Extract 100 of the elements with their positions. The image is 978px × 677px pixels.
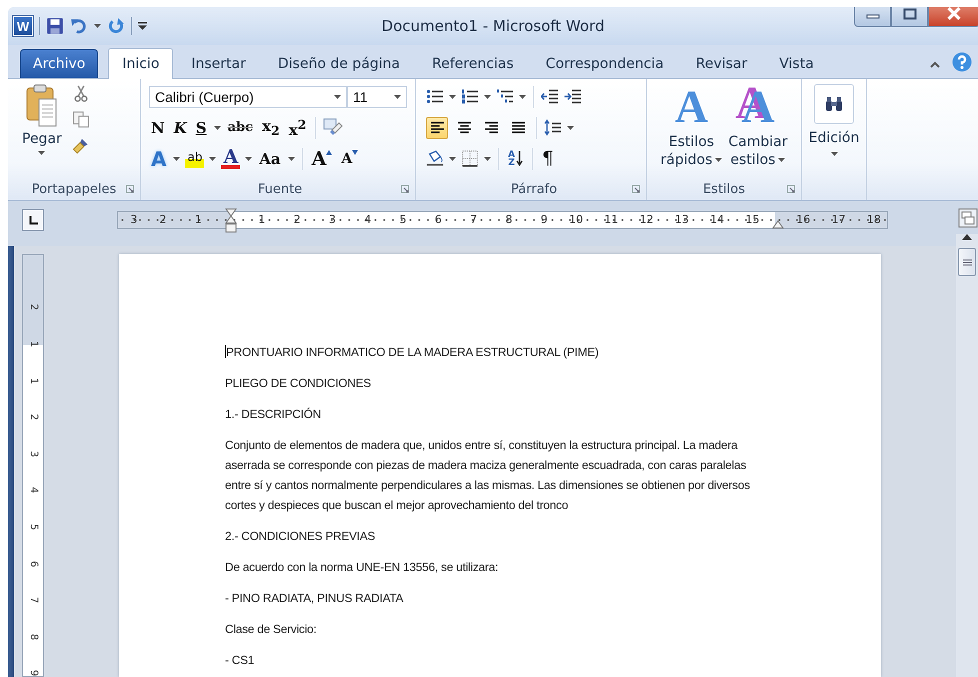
caret-icon[interactable] — [519, 94, 526, 98]
multilevel-list-icon[interactable] — [496, 88, 514, 105]
ribbon-tab[interactable]: Diseño de página — [264, 49, 414, 78]
bold-button[interactable]: N — [149, 116, 167, 138]
dialog-launcher-icon[interactable] — [787, 185, 795, 193]
group-label: Fuente — [258, 182, 302, 196]
paragraph: - PINO RADIATA, PINUS RADIATA — [225, 590, 404, 607]
decrease-indent-icon[interactable] — [541, 88, 559, 105]
collapse-ribbon-icon[interactable] — [930, 61, 940, 68]
scroll-up-icon[interactable] — [962, 234, 972, 240]
ruler-number: 6 — [28, 560, 38, 567]
ruler-number: 2 — [28, 414, 38, 420]
change-case-button[interactable]: Aa — [257, 148, 283, 170]
paragraph: - CS1 — [225, 652, 256, 669]
caret-icon — [334, 94, 341, 98]
word-logo-icon[interactable]: W — [13, 16, 33, 36]
borders-icon[interactable] — [461, 150, 479, 167]
editing-button[interactable]: Edición — [808, 84, 860, 156]
caret-icon — [715, 158, 722, 162]
quick-styles-button[interactable]: A Estilos rápidos — [660, 81, 722, 178]
show-formatting-button[interactable]: ¶ — [540, 148, 556, 170]
ribbon-tab[interactable]: Correspondencia — [532, 49, 678, 78]
dialog-launcher-icon[interactable] — [401, 185, 409, 193]
font-color-button[interactable]: A — [221, 148, 240, 168]
shading-icon[interactable] — [426, 150, 444, 167]
superscript-button[interactable]: x$^{2}$ — [286, 116, 308, 138]
line-spacing-icon[interactable] — [544, 119, 562, 136]
ribbon-tab[interactable]: Referencias — [418, 49, 528, 78]
grow-font-button[interactable]: A — [310, 148, 334, 170]
ruler-number: 4 — [28, 487, 38, 494]
ruler-number: 12 — [618, 214, 654, 226]
customize-toolbar-icon[interactable] — [138, 22, 147, 30]
font-name-field[interactable]: Calibri (Cuerpo) — [149, 86, 347, 108]
ruler-number: 17 — [810, 214, 846, 226]
file-tab[interactable]: Archivo — [20, 49, 98, 78]
bullet-list-icon[interactable] — [426, 88, 444, 105]
caret-icon[interactable] — [484, 94, 491, 98]
justify-icon — [510, 121, 526, 134]
caret-icon[interactable] — [173, 156, 180, 160]
ruler-number: 1 — [28, 377, 38, 384]
shrink-font-button[interactable]: A — [339, 148, 360, 170]
caret-icon[interactable] — [484, 156, 491, 160]
italic-button[interactable]: K — [172, 116, 189, 138]
undo-icon[interactable] — [70, 17, 88, 35]
subscript-button[interactable]: x$_{2}$ — [260, 116, 282, 138]
dialog-launcher-icon[interactable] — [632, 185, 640, 193]
ribbon-tab[interactable]: Vista — [765, 49, 828, 78]
increase-indent-icon[interactable] — [564, 88, 582, 105]
text-effects-button[interactable]: A — [149, 148, 168, 170]
caret-icon[interactable] — [449, 94, 456, 98]
ribbon-tab[interactable]: Insertar — [177, 49, 260, 78]
caret-icon — [778, 158, 786, 162]
indent-marker-icon[interactable] — [225, 208, 237, 234]
redo-icon[interactable] — [107, 17, 125, 35]
close-button[interactable] — [928, 7, 978, 27]
underline-button[interactable]: S — [194, 116, 209, 138]
caret-icon[interactable] — [214, 126, 221, 130]
caret-icon[interactable] — [209, 156, 216, 160]
tab-selector-button[interactable] — [22, 209, 44, 231]
maximize-button[interactable] — [891, 7, 928, 27]
dialog-launcher-icon[interactable] — [126, 185, 134, 193]
numbered-list-icon[interactable] — [461, 88, 479, 105]
paragraph: PRONTUARIO INFORMATICO DE LA MADERA ESTRUCTURAL (PIME) — [225, 344, 600, 361]
ruler-number: 8 — [28, 634, 38, 640]
format-painter-icon[interactable] — [72, 137, 90, 154]
caret-icon[interactable] — [288, 156, 295, 160]
caret-icon[interactable] — [245, 156, 252, 160]
ruler-view-icon[interactable] — [958, 208, 978, 228]
ruler-number: 6 — [406, 214, 442, 226]
scissors-icon[interactable] — [72, 85, 90, 102]
align-left-button[interactable] — [426, 116, 448, 138]
ruler-number: 4 — [336, 214, 372, 226]
help-icon[interactable] — [952, 52, 972, 72]
caret-icon — [38, 151, 46, 155]
caret-icon[interactable] — [94, 24, 101, 28]
minimize-button[interactable] — [854, 7, 891, 27]
sort-button[interactable]: A Z — [506, 148, 525, 170]
ruler-number: 5 — [28, 524, 38, 530]
caret-icon[interactable] — [567, 126, 574, 130]
font-size-field[interactable]: 11 — [347, 86, 407, 108]
ruler-number: 9 — [512, 214, 548, 226]
align-center-icon — [456, 121, 472, 134]
scrollbar-thumb[interactable] — [958, 248, 976, 276]
caret-icon — [830, 152, 838, 156]
window-title: Documento1 - Microsoft Word — [382, 17, 604, 35]
ruler-number: 9 — [28, 670, 38, 676]
ruler-number: 7 — [28, 596, 38, 604]
right-indent-marker-icon[interactable] — [772, 220, 784, 230]
align-right-icon — [484, 121, 498, 134]
clipboard-icon — [24, 83, 59, 127]
paste-button[interactable]: Pegar — [22, 83, 62, 155]
ribbon-tab[interactable]: Inicio — [108, 48, 174, 79]
copy-icon[interactable] — [72, 111, 90, 128]
ruler-number: 2 — [265, 214, 301, 226]
ribbon-tab[interactable]: Revisar — [682, 49, 762, 78]
change-styles-button[interactable]: A Cambiar estilos — [728, 81, 788, 178]
caret-icon[interactable] — [449, 156, 456, 160]
close-icon — [946, 7, 962, 20]
save-icon[interactable] — [46, 17, 64, 35]
eraser-icon[interactable] — [323, 118, 344, 138]
